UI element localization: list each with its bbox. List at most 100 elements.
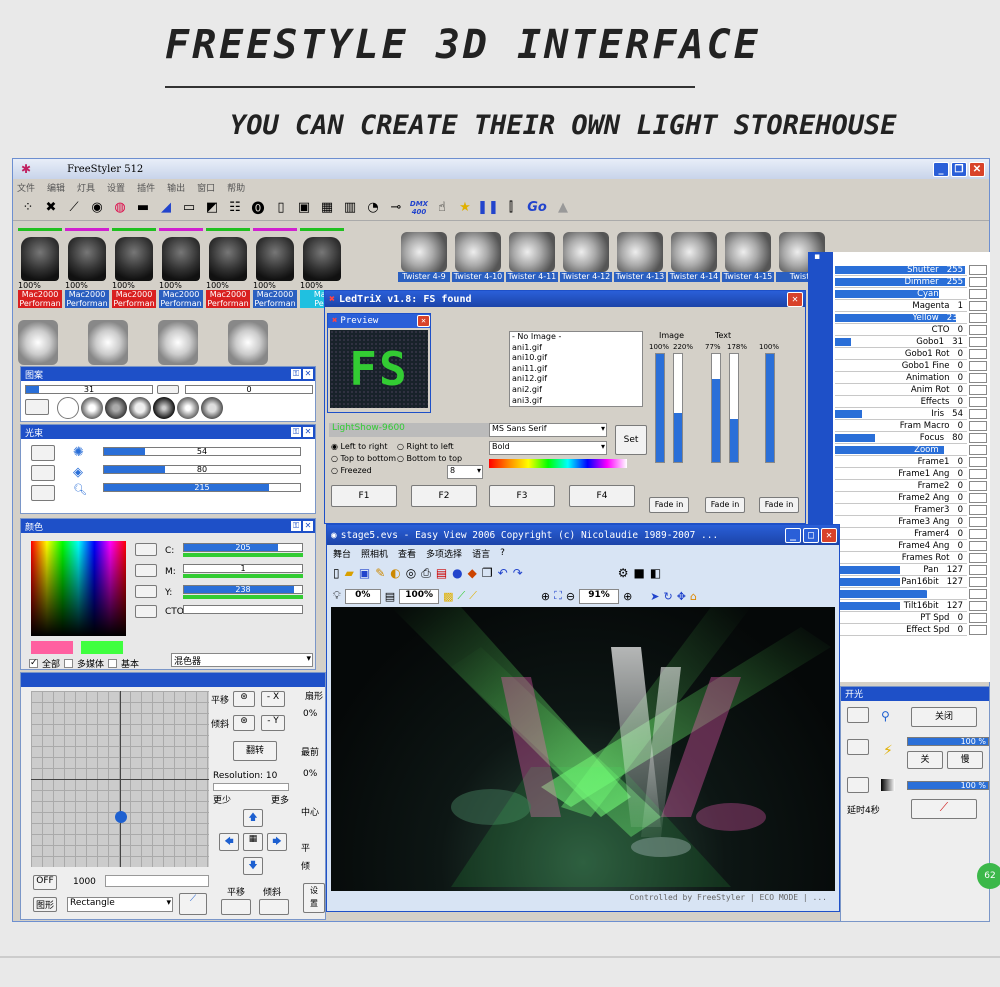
setup-button[interactable]: 设置	[303, 883, 325, 913]
twister-tile[interactable]: Twister 4-14	[668, 232, 720, 282]
image-list-item[interactable]: - No Image -	[512, 332, 642, 343]
channel-slider[interactable]: Frame1 0	[835, 456, 967, 468]
channel-slider[interactable]: Dimmer 255	[835, 276, 967, 288]
zoom-select[interactable]: 91%	[579, 588, 620, 604]
radio-freezed[interactable]: ○ Freezed	[331, 465, 396, 477]
star-icon[interactable]: ★	[456, 199, 474, 217]
image-list-item[interactable]: ani2.gif	[512, 385, 642, 396]
stage-3d-view[interactable]	[331, 607, 835, 891]
tilt-fine-button[interactable]	[259, 899, 289, 915]
shape-button[interactable]: 图形	[33, 897, 57, 912]
arrow-right-icon[interactable]: 🡆	[267, 833, 287, 851]
pause-icon[interactable]: ❚❚	[477, 199, 499, 217]
menu-view[interactable]: 查看	[398, 547, 416, 560]
channel-slider[interactable]: Anim Rot 0	[835, 384, 967, 396]
channel-toggle[interactable]	[969, 409, 987, 419]
menu-multiselect[interactable]: 多项选择	[426, 547, 462, 560]
spot-icon[interactable]: ◔	[364, 199, 382, 217]
twister-tile[interactable]: Twister 4-15	[722, 232, 774, 282]
iris-button[interactable]	[31, 445, 55, 461]
arrow-left-icon[interactable]: 🡄	[219, 833, 239, 851]
beam-icon[interactable]: ◢	[157, 199, 175, 217]
new-icon[interactable]: ▯	[333, 566, 340, 580]
cable-icon[interactable]: ⊸	[387, 199, 405, 217]
channel-slider[interactable]: Gobo1 Rot 0	[835, 348, 967, 360]
channel-toggle[interactable]	[969, 565, 987, 575]
focus-button[interactable]	[31, 465, 55, 481]
color-wheel-icon[interactable]: ◍	[111, 199, 129, 217]
resolution-slider[interactable]	[213, 783, 289, 791]
text-speed-bar[interactable]	[729, 353, 739, 463]
channel-slider[interactable]: Frame3 Ang 0	[835, 516, 967, 528]
channel-slider[interactable]: Tilt 182	[835, 588, 967, 600]
fade-in-text-button[interactable]: Fade in	[705, 497, 745, 513]
home-icon[interactable]: ⌂	[690, 590, 697, 603]
gobo-icon[interactable]	[129, 397, 151, 419]
channel-slider[interactable]: Frame1 Ang 0	[835, 468, 967, 480]
fixture-tile[interactable]: 100% Mac2000 Performan	[18, 228, 62, 308]
pattern-rotate-slider[interactable]: 0	[185, 385, 313, 394]
channel-toggle[interactable]	[969, 313, 987, 323]
menu-help[interactable]: ?	[500, 548, 505, 558]
ping-radio-label[interactable]: 平	[301, 841, 310, 854]
arrow-up-icon[interactable]: 🡅	[243, 809, 263, 827]
menu-stage[interactable]: 舞台	[333, 547, 351, 560]
gobo-open-icon[interactable]	[57, 397, 79, 419]
console-icon[interactable]: ☷	[226, 199, 244, 217]
radio-bottom-to-top[interactable]: ○ Bottom to top	[397, 453, 462, 465]
panel-close-icon[interactable]: ✕	[303, 427, 313, 437]
panel-close-icon[interactable]: ✕	[303, 369, 313, 379]
zoom-button[interactable]	[31, 485, 55, 501]
brightness-select[interactable]: 0%	[344, 588, 381, 604]
center-icon[interactable]: ▦	[243, 833, 263, 851]
channel-slider[interactable]: Effects 0	[835, 396, 967, 408]
strobe-mode-button[interactable]	[847, 739, 869, 755]
channel-toggle[interactable]	[969, 541, 987, 551]
eye-icon[interactable]: ◎	[406, 566, 416, 580]
channel-slider[interactable]: Pan16bit 127	[835, 576, 967, 588]
menu-output[interactable]: 输出	[167, 181, 185, 194]
channel-toggle[interactable]	[969, 481, 987, 491]
twister-tile[interactable]: Twister 4-13	[614, 232, 666, 282]
channel-slider[interactable]: Animation 0	[835, 372, 967, 384]
channel-toggle[interactable]	[969, 433, 987, 443]
channel-toggle[interactable]	[969, 601, 987, 611]
strobe-slider[interactable]: 100 %	[907, 737, 989, 746]
shutter-mode-button[interactable]	[847, 707, 869, 723]
channel-toggle[interactable]	[969, 613, 987, 623]
menu-camera[interactable]: 照相机	[361, 547, 388, 560]
cyan-slider[interactable]: 205	[183, 543, 303, 557]
fixture-tile[interactable]: 100% Mac2000 Performan	[159, 228, 203, 308]
qing-radio-label[interactable]: 倾	[301, 859, 310, 872]
gobo-icon[interactable]	[105, 397, 127, 419]
cyan-button[interactable]	[135, 543, 157, 556]
bulb-icon[interactable]: 💡︎	[333, 589, 341, 603]
twister-tile[interactable]: Twister 4-12	[560, 232, 612, 282]
pan-lock-icon[interactable]: ⊛	[233, 691, 255, 707]
speed-slider[interactable]	[105, 875, 209, 887]
channel-toggle[interactable]	[969, 505, 987, 515]
channel-slider[interactable]: Zoom 215	[835, 444, 967, 456]
channel-slider[interactable]: Iris 54	[835, 408, 967, 420]
channel-toggle[interactable]	[969, 277, 987, 287]
channel-toggle[interactable]	[969, 577, 987, 587]
layers-icon[interactable]: ▤	[385, 590, 395, 603]
menu-window[interactable]: 窗口	[197, 181, 215, 194]
pantilt-grid[interactable]	[31, 691, 209, 867]
iris-slider[interactable]: 54	[103, 447, 301, 456]
restore-button[interactable]: ❐	[951, 161, 967, 177]
radio-left-to-right[interactable]: ◉ Left to right	[331, 441, 396, 453]
cto-slider[interactable]	[183, 605, 303, 614]
shape-select[interactable]: Rectangle ▾	[67, 897, 173, 912]
magenta-slider[interactable]: 1	[183, 564, 303, 578]
channel-toggle[interactable]	[969, 301, 987, 311]
multimedia-checkbox[interactable]	[64, 659, 74, 668]
pan-fine-button[interactable]	[221, 899, 251, 915]
channel-slider[interactable]: Frame2 Ang 0	[835, 492, 967, 504]
fit-icon[interactable]: ⛶	[554, 589, 562, 603]
menu-plugins[interactable]: 插件	[137, 181, 155, 194]
par-can-icon[interactable]	[18, 320, 58, 365]
fixture-tile[interactable]: 100% Mac2000 Performan	[206, 228, 250, 308]
channel-slider[interactable]: CTO 0	[835, 324, 967, 336]
menu-help[interactable]: 帮助	[227, 181, 245, 194]
